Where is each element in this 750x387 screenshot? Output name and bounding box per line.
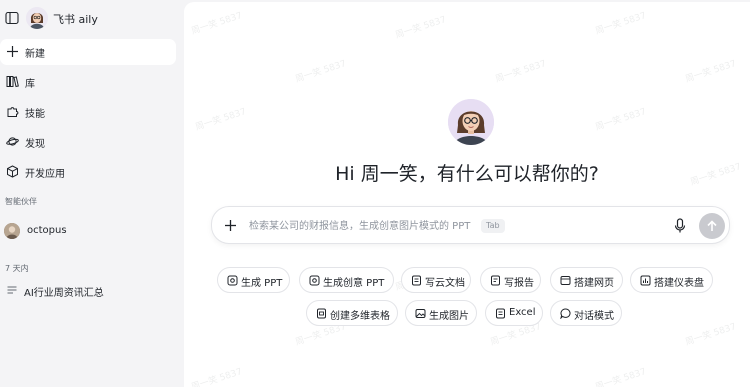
nav-item-library[interactable]: 库 xyxy=(0,69,176,95)
arrow-up-icon xyxy=(707,220,717,231)
watermark: 周一笑 5837 xyxy=(594,11,648,37)
nav-item-label: 技能 xyxy=(25,109,45,120)
ppt-icon xyxy=(227,275,238,286)
report-icon xyxy=(491,275,500,286)
chip-label: 对话模式 xyxy=(574,311,614,322)
chip-label: 写云文档 xyxy=(425,278,465,289)
library-icon xyxy=(6,76,19,88)
nav-item-discover[interactable]: 发现 xyxy=(0,129,176,155)
chip-label: 生成创意 PPT xyxy=(323,278,385,289)
partner-item-octopus[interactable]: octopus xyxy=(0,220,176,242)
doc-icon xyxy=(412,275,421,286)
nav-item-new[interactable]: 新建 xyxy=(0,39,176,65)
watermark: 周一笑 5837 xyxy=(190,367,244,387)
prompt-input[interactable] xyxy=(249,218,479,234)
watermark: 周一笑 5837 xyxy=(684,59,738,85)
nav-item-label: 发现 xyxy=(25,139,45,150)
chip-write-report[interactable]: 写报告 xyxy=(480,267,541,293)
cube-icon xyxy=(7,165,18,178)
chip-label: 搭建网页 xyxy=(574,278,614,289)
chat-icon xyxy=(560,308,571,319)
partners-section-label: 智能伙伴 xyxy=(5,197,37,206)
document-icon xyxy=(7,286,17,294)
chip-generate-image[interactable]: 生成图片 xyxy=(405,300,477,326)
sidebar-toggle-icon[interactable] xyxy=(5,11,19,25)
sidebar: 飞书 aily 新建 库 技能 发现 开发应用 智能伙伴 octopus 7 天… xyxy=(0,0,183,387)
watermark: 周一笑 5837 xyxy=(594,367,648,387)
attach-plus-icon[interactable] xyxy=(224,219,237,232)
chip-creative-ppt[interactable]: 生成创意 PPT xyxy=(299,267,394,293)
excel-icon xyxy=(496,308,505,319)
watermark: 周一笑 5837 xyxy=(594,107,648,133)
chip-label: Excel xyxy=(509,307,536,318)
chip-label: 创建多维表格 xyxy=(330,311,390,322)
puzzle-icon xyxy=(7,107,19,117)
watermark: 周一笑 5837 xyxy=(394,15,448,41)
chip-excel[interactable]: Excel xyxy=(485,300,543,326)
greeting-title: Hi 周一笑，有什么可以帮你的? xyxy=(335,163,599,185)
watermark: 周一笑 5837 xyxy=(294,59,348,85)
chip-label: 生成 PPT xyxy=(241,278,283,289)
assistant-avatar xyxy=(448,99,494,145)
chip-label: 搭建仪表盘 xyxy=(654,278,704,289)
watermark: 周一笑 5837 xyxy=(190,11,244,37)
microphone-icon[interactable] xyxy=(673,218,687,234)
nav-item-label: 新建 xyxy=(25,49,45,60)
brand-name: 飞书 aily xyxy=(53,13,98,26)
brand-avatar[interactable] xyxy=(26,7,48,29)
webpage-icon xyxy=(560,276,571,285)
send-button[interactable] xyxy=(699,213,725,239)
history-item[interactable]: AI行业周资讯汇总 xyxy=(0,280,176,300)
watermark: 周一笑 5837 xyxy=(194,107,248,133)
watermark: 周一笑 5837 xyxy=(494,59,548,85)
history-item-label: AI行业周资讯汇总 xyxy=(24,288,104,299)
chip-generate-ppt[interactable]: 生成 PPT xyxy=(217,267,290,293)
tab-hint-badge: Tab xyxy=(481,219,505,233)
chip-build-webpage[interactable]: 搭建网页 xyxy=(550,267,623,293)
prompt-input-box: Tab xyxy=(211,206,730,244)
planet-icon xyxy=(6,137,19,146)
chip-chat-mode[interactable]: 对话模式 xyxy=(550,300,622,326)
creative-ppt-icon xyxy=(309,275,320,286)
chip-label: 生成图片 xyxy=(429,311,469,322)
chip-create-base[interactable]: 创建多维表格 xyxy=(306,300,398,326)
nav-item-label: 库 xyxy=(25,79,35,90)
chip-build-dashboard[interactable]: 搭建仪表盘 xyxy=(630,267,713,293)
dashboard-icon xyxy=(640,275,651,286)
main-panel: 周一笑 5837 周一笑 5837 周一笑 5837 周一笑 5837 周一笑 … xyxy=(184,2,750,387)
chip-write-doc[interactable]: 写云文档 xyxy=(401,267,471,293)
sidebar-header: 飞书 aily xyxy=(0,0,183,38)
base-icon xyxy=(317,308,326,319)
nav-item-skills[interactable]: 技能 xyxy=(0,99,176,125)
nav-item-develop-app[interactable]: 开发应用 xyxy=(0,159,176,185)
nav-item-label: 开发应用 xyxy=(25,169,65,180)
plus-icon xyxy=(7,46,18,57)
image-icon xyxy=(415,309,426,318)
recent-section-label: 7 天内 xyxy=(5,264,29,273)
watermark: 周一笑 5837 xyxy=(684,322,738,348)
partner-name: octopus xyxy=(27,225,67,236)
chip-label: 写报告 xyxy=(504,278,534,289)
partner-avatar xyxy=(4,223,20,239)
